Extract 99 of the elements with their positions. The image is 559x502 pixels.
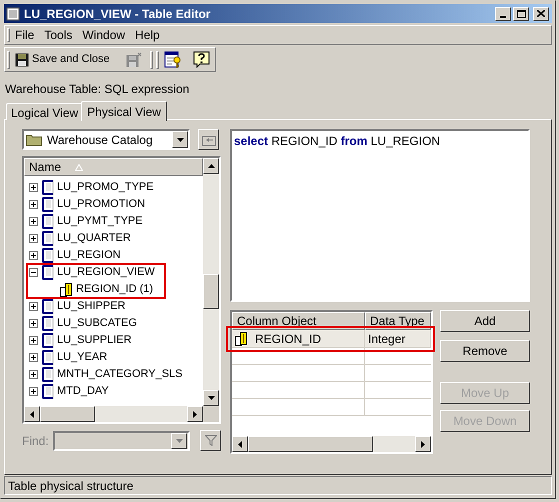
- up-folder-icon: [202, 134, 216, 146]
- find-label: Find:: [22, 432, 48, 450]
- scrollbar-corner: [203, 406, 219, 422]
- menu-item[interactable]: File: [10, 26, 40, 44]
- action-button[interactable]: Add: [440, 310, 530, 332]
- tree-item[interactable]: LU_YEAR: [57, 349, 108, 366]
- catalog-dropdown[interactable]: Warehouse Catalog: [22, 129, 190, 150]
- column-icon: [60, 282, 74, 297]
- menu-item[interactable]: Help: [130, 26, 165, 44]
- floppy-disk-icon: [126, 52, 142, 68]
- table-icon: [42, 299, 54, 314]
- minimize-icon: [500, 16, 506, 18]
- filter-button[interactable]: [200, 430, 221, 451]
- window-title: LU_REGION_VIEW - Table Editor: [24, 6, 212, 22]
- maximize-button[interactable]: [513, 6, 529, 20]
- maximize-icon: [516, 10, 526, 18]
- tree-item[interactable]: MTD_DAY: [57, 383, 109, 400]
- close-button[interactable]: [533, 6, 549, 20]
- table-key-icon: [164, 50, 182, 68]
- table-type-label: Warehouse Table: SQL expression: [5, 81, 190, 98]
- expand-toggle[interactable]: [29, 336, 38, 345]
- dropdown-arrow-icon: [176, 138, 184, 142]
- table-icon: [42, 333, 54, 348]
- plus-icon: [31, 236, 36, 241]
- tree-item[interactable]: LU_PROMO_TYPE: [57, 179, 154, 196]
- status-bar: Table physical structure: [4, 476, 552, 495]
- scroll-right-icon: [421, 440, 425, 448]
- expand-toggle[interactable]: [29, 183, 38, 192]
- column-header[interactable]: Name: [24, 158, 203, 176]
- tree-item[interactable]: LU_PROMOTION: [57, 196, 146, 213]
- menu-item[interactable]: Tools: [39, 26, 78, 44]
- plus-icon: [31, 253, 36, 258]
- scroll-left-icon: [30, 410, 34, 418]
- expand-toggle[interactable]: [29, 217, 38, 226]
- menu-item[interactable]: Window: [77, 26, 130, 44]
- table-icon: [42, 367, 54, 382]
- table-icon: [42, 214, 54, 229]
- funnel-icon: [204, 435, 217, 446]
- expand-toggle[interactable]: [29, 353, 38, 362]
- expand-toggle[interactable]: [29, 200, 38, 209]
- table-icon: [42, 180, 54, 195]
- horizontal-scrollbar[interactable]: [232, 436, 431, 452]
- table-icon: [42, 231, 54, 246]
- expand-toggle[interactable]: [29, 370, 38, 379]
- plus-icon: [31, 338, 36, 343]
- minimize-button[interactable]: [495, 6, 511, 20]
- column-icon: [235, 331, 249, 346]
- table-cell-text: Integer: [368, 330, 406, 348]
- expand-toggle[interactable]: [29, 302, 38, 311]
- action-button[interactable]: Remove: [440, 340, 530, 362]
- plus-icon: [31, 355, 36, 360]
- tree-item[interactable]: REGION_ID (1): [76, 281, 154, 298]
- tree-item[interactable]: LU_PYMT_TYPE: [57, 213, 143, 230]
- tree-item[interactable]: MNTH_CATEGORY_SLS: [57, 366, 183, 383]
- tree-item[interactable]: LU_REGION_VIEW: [57, 264, 155, 281]
- table-icon: [42, 265, 54, 280]
- plus-icon: [31, 185, 36, 190]
- tree-item[interactable]: LU_SHIPPER: [57, 298, 126, 315]
- plus-icon: [31, 202, 36, 207]
- collapse-toggle[interactable]: [29, 268, 38, 277]
- sort-arrow-icon: [75, 164, 84, 170]
- expand-toggle[interactable]: [29, 319, 38, 328]
- sql-editor[interactable]: select REGION_ID from LU_REGION: [230, 129, 530, 302]
- folder-icon: [26, 133, 42, 146]
- table-icon: [42, 384, 54, 399]
- scroll-down-icon: [208, 396, 214, 400]
- tab[interactable]: Physical View: [81, 101, 167, 121]
- plus-icon: [31, 389, 36, 394]
- table-icon: [42, 350, 54, 365]
- tab[interactable]: Logical View: [6, 103, 84, 120]
- minus-icon: [31, 272, 36, 273]
- table-icon: [42, 248, 54, 263]
- tree-item[interactable]: LU_REGION: [57, 247, 121, 264]
- plus-icon: [31, 219, 36, 224]
- vertical-scrollbar[interactable]: [203, 158, 219, 406]
- tree-item[interactable]: LU_SUBCATEG: [57, 315, 137, 332]
- close-icon: [537, 10, 545, 17]
- expand-toggle[interactable]: [29, 387, 38, 396]
- scroll-left-icon: [238, 440, 242, 448]
- table-icon: [6, 6, 20, 20]
- expand-toggle[interactable]: [29, 234, 38, 243]
- tree-item[interactable]: LU_SUPPLIER: [57, 332, 132, 349]
- up-folder-button[interactable]: [198, 129, 219, 150]
- plus-icon: [31, 321, 36, 326]
- scroll-up-icon: [208, 164, 214, 168]
- help-button[interactable]: [190, 51, 212, 68]
- plus-icon: [31, 304, 36, 309]
- save-and-close-button[interactable]: Save and Close: [13, 51, 112, 68]
- tree-item[interactable]: LU_QUARTER: [57, 230, 131, 247]
- table-icon: [42, 316, 54, 331]
- horizontal-scrollbar[interactable]: [24, 406, 203, 422]
- help-icon: [192, 51, 210, 68]
- dropdown-arrow-icon: [176, 438, 183, 442]
- scroll-right-icon: [193, 410, 197, 418]
- expand-toggle[interactable]: [29, 251, 38, 260]
- plus-icon: [31, 372, 36, 377]
- table-cell-text: REGION_ID: [255, 330, 322, 348]
- scroll-thumb[interactable]: [203, 274, 219, 309]
- table-icon: [42, 197, 54, 212]
